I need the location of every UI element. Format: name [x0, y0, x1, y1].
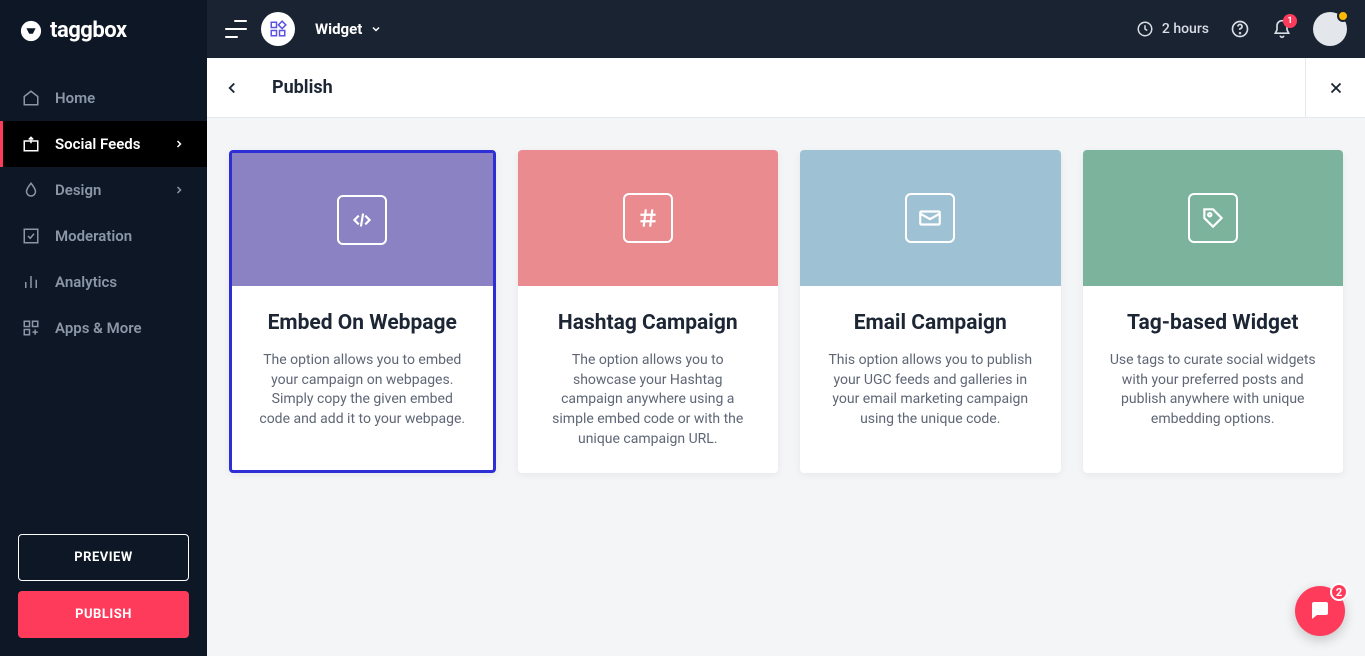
- card-embed-webpage[interactable]: Embed On Webpage The option allows you t…: [229, 150, 496, 473]
- close-button[interactable]: [1305, 58, 1365, 118]
- nav-label: Apps & More: [55, 319, 142, 337]
- sidebar-actions: PREVIEW PUBLISH: [0, 516, 207, 656]
- chat-launcher[interactable]: 2: [1295, 586, 1345, 636]
- nav-label: Social Feeds: [55, 135, 140, 153]
- upload-icon: [22, 135, 40, 153]
- main: Widget 2 hours 1: [207, 0, 1365, 656]
- clock-icon: [1136, 20, 1154, 38]
- notification-badge: 1: [1283, 14, 1297, 28]
- widget-label: Widget: [315, 20, 362, 38]
- card-title: Tag-based Widget: [1109, 310, 1318, 337]
- card-desc: Use tags to curate social widgets with y…: [1109, 351, 1318, 429]
- publish-button[interactable]: PUBLISH: [18, 591, 189, 638]
- card-title: Hashtag Campaign: [544, 310, 753, 337]
- nav-label: Design: [55, 181, 101, 199]
- card-header: [800, 150, 1061, 286]
- chat-badge: 2: [1330, 583, 1348, 601]
- card-desc: The option allows you to embed your camp…: [258, 351, 467, 429]
- back-button[interactable]: [207, 58, 257, 118]
- sidebar: taggbox Home Social Feeds: [0, 0, 207, 656]
- nav-analytics[interactable]: Analytics: [0, 259, 207, 305]
- avatar-status-dot: [1337, 10, 1349, 22]
- widget-badge[interactable]: [261, 12, 295, 46]
- code-icon: [337, 195, 387, 245]
- brand-name: taggbox: [50, 18, 127, 43]
- topbar: Widget 2 hours 1: [207, 0, 1365, 58]
- nav: Home Social Feeds Design: [0, 75, 207, 516]
- brand-icon: [20, 20, 42, 42]
- card-email-campaign[interactable]: Email Campaign This option allows you to…: [800, 150, 1061, 473]
- mail-icon: [905, 193, 955, 243]
- bars-icon: [22, 273, 40, 291]
- nav-label: Moderation: [55, 227, 132, 245]
- card-title: Email Campaign: [826, 310, 1035, 337]
- widget-dropdown[interactable]: Widget: [315, 20, 382, 38]
- card-desc: This option allows you to publish your U…: [826, 351, 1035, 429]
- nav-home[interactable]: Home: [0, 75, 207, 121]
- menu-toggle-icon[interactable]: [225, 20, 247, 38]
- home-icon: [22, 89, 40, 107]
- card-tag-widget[interactable]: Tag-based Widget Use tags to curate soci…: [1083, 150, 1344, 473]
- page-title: Publish: [272, 77, 333, 98]
- chevron-right-icon: [173, 138, 185, 150]
- nav-social-feeds[interactable]: Social Feeds: [0, 121, 207, 167]
- droplet-icon: [22, 181, 40, 199]
- preview-button[interactable]: PREVIEW: [18, 534, 189, 581]
- card-body: Hashtag Campaign The option allows you t…: [518, 286, 779, 473]
- card-title: Embed On Webpage: [258, 310, 467, 337]
- nav-apps[interactable]: Apps & More: [0, 305, 207, 351]
- checkbox-icon: [22, 227, 40, 245]
- card-grid: Embed On Webpage The option allows you t…: [207, 118, 1365, 505]
- nav-moderation[interactable]: Moderation: [0, 213, 207, 259]
- chevron-down-icon: [370, 23, 382, 35]
- time-label: 2 hours: [1162, 21, 1209, 37]
- user-avatar[interactable]: [1313, 12, 1347, 46]
- hash-icon: [623, 193, 673, 243]
- chevron-right-icon: [173, 184, 185, 196]
- nav-label: Analytics: [55, 273, 117, 291]
- tag-icon: [1188, 193, 1238, 243]
- help-button[interactable]: [1229, 18, 1251, 40]
- page-header: Publish: [207, 58, 1365, 118]
- grid-plus-icon: [22, 319, 40, 337]
- card-body: Embed On Webpage The option allows you t…: [232, 286, 493, 470]
- brand-logo[interactable]: taggbox: [0, 0, 207, 61]
- card-header: [1083, 150, 1344, 286]
- card-hashtag-campaign[interactable]: Hashtag Campaign The option allows you t…: [518, 150, 779, 473]
- nav-design[interactable]: Design: [0, 167, 207, 213]
- card-body: Tag-based Widget Use tags to curate soci…: [1083, 286, 1344, 473]
- card-desc: The option allows you to showcase your H…: [544, 351, 753, 449]
- notifications-button[interactable]: 1: [1271, 18, 1293, 40]
- nav-label: Home: [55, 89, 95, 107]
- card-header: [518, 150, 779, 286]
- card-body: Email Campaign This option allows you to…: [800, 286, 1061, 473]
- card-header: [232, 153, 493, 286]
- time-indicator[interactable]: 2 hours: [1136, 20, 1209, 38]
